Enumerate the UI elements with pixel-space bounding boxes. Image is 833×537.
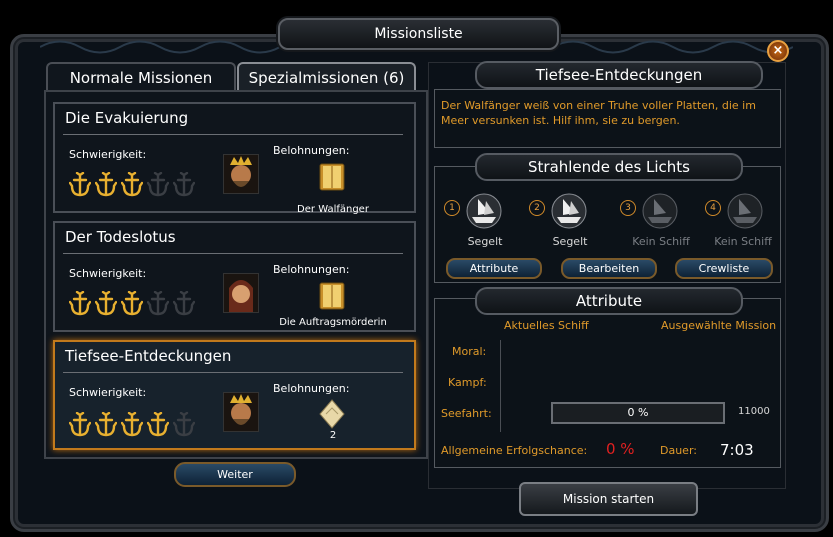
reward-name: Die Auftragsmörderin — [279, 317, 387, 328]
book-icon — [319, 282, 345, 310]
row-label-moral: Moral: — [452, 345, 487, 358]
reward-count: 2 — [329, 430, 337, 441]
difficulty-label: Schwierigkeit: — [69, 267, 147, 280]
ship-status: Segelt — [552, 235, 588, 248]
mission-title: Die Evakuierung — [65, 109, 189, 127]
scroll-icon — [319, 399, 345, 429]
row-label-seefahrt: Seefahrt: — [441, 407, 492, 420]
anchor-icon-empty — [173, 412, 195, 437]
ship-status: Kein Schiff — [632, 235, 690, 248]
slot-number: 3 — [620, 200, 636, 216]
success-value: 0 % — [606, 440, 635, 458]
duration-label: Dauer: — [660, 444, 697, 457]
detail-title: Tiefsee-Entdeckungen — [475, 61, 763, 89]
slot-number: 2 — [529, 200, 545, 216]
window-title: Missionsliste — [278, 18, 559, 50]
anchor-icon-filled — [69, 412, 91, 437]
slot-number: 1 — [444, 200, 460, 216]
rewards-label: Belohnungen: — [273, 263, 350, 276]
difficulty-rating — [69, 291, 195, 317]
anchor-icon-empty — [147, 291, 169, 316]
anchor-icon-filled — [121, 291, 143, 316]
ship-status: Kein Schiff — [714, 235, 772, 248]
seefahrt-progress-bar: 0 % — [551, 402, 725, 424]
difficulty-rating — [69, 172, 195, 198]
mission-title: Tiefsee-Entdeckungen — [65, 347, 232, 365]
start-mission-button[interactable]: Mission starten — [519, 482, 698, 516]
column-selected-mission: Ausgewählte Mission — [661, 319, 777, 332]
success-label: Allgemeine Erfolgschance: — [441, 444, 588, 457]
attribute-button[interactable]: Attribute — [446, 258, 542, 279]
anchor-icon-filled — [121, 412, 143, 437]
anchor-icon-filled — [95, 412, 117, 437]
mission-description: Der Walfänger weiß von einer Truhe volle… — [441, 99, 756, 127]
anchor-icon-filled — [147, 412, 169, 437]
ship-icon — [642, 193, 678, 229]
seefahrt-required: 11000 — [738, 406, 770, 417]
close-button[interactable]: × — [767, 40, 789, 62]
ship-status: Segelt — [467, 235, 503, 248]
anchor-icon-filled — [69, 291, 91, 316]
ship-icon — [551, 193, 587, 229]
anchor-icon-filled — [69, 172, 91, 197]
close-icon[interactable]: × — [773, 43, 784, 58]
mission-card-selected[interactable]: Tiefsee-Entdeckungen Schwierigkeit: Belo… — [53, 340, 416, 450]
rewards-label: Belohnungen: — [273, 382, 350, 395]
tab-special-missions[interactable]: Spezialmissionen (6) — [237, 62, 416, 92]
tab-normal-missions[interactable]: Normale Missionen — [46, 62, 236, 92]
column-current-ship: Aktuelles Schiff — [504, 319, 589, 332]
portrait-icon — [223, 392, 259, 432]
attributes-title: Attribute — [475, 287, 743, 315]
divider — [63, 253, 403, 254]
row-label-kampf: Kampf: — [448, 376, 487, 389]
difficulty-label: Schwierigkeit: — [69, 386, 147, 399]
anchor-icon-filled — [121, 172, 143, 197]
edit-button[interactable]: Bearbeiten — [561, 258, 657, 279]
mission-title: Der Todeslotus — [65, 228, 176, 246]
mission-card[interactable]: Der Todeslotus Schwierigkeit: Belohnunge… — [53, 221, 416, 332]
book-icon — [319, 163, 345, 191]
portrait-icon — [223, 273, 259, 313]
seefahrt-progress-text: 0 % — [627, 406, 649, 419]
ship-icon — [727, 193, 763, 229]
slot-number: 4 — [705, 200, 721, 216]
reward-name: Der Walfänger — [297, 204, 369, 215]
crewlist-button[interactable]: Crewliste — [675, 258, 773, 279]
mission-card[interactable]: Die Evakuierung Schwierigkeit: Belohnung… — [53, 102, 416, 215]
difficulty-label: Schwierigkeit: — [69, 148, 147, 161]
portrait-icon — [223, 154, 259, 194]
divider — [500, 340, 501, 432]
difficulty-rating — [69, 412, 195, 438]
ship-icon — [466, 193, 502, 229]
anchor-icon-empty — [173, 172, 195, 197]
next-button[interactable]: Weiter — [174, 462, 296, 487]
crew-title: Strahlende des Lichts — [475, 153, 743, 181]
divider — [63, 372, 403, 373]
anchor-icon-empty — [147, 172, 169, 197]
duration-value: 7:03 — [720, 441, 754, 459]
anchor-icon-filled — [95, 172, 117, 197]
divider — [63, 134, 403, 135]
rewards-label: Belohnungen: — [273, 144, 350, 157]
anchor-icon-filled — [95, 291, 117, 316]
anchor-icon-empty — [173, 291, 195, 316]
